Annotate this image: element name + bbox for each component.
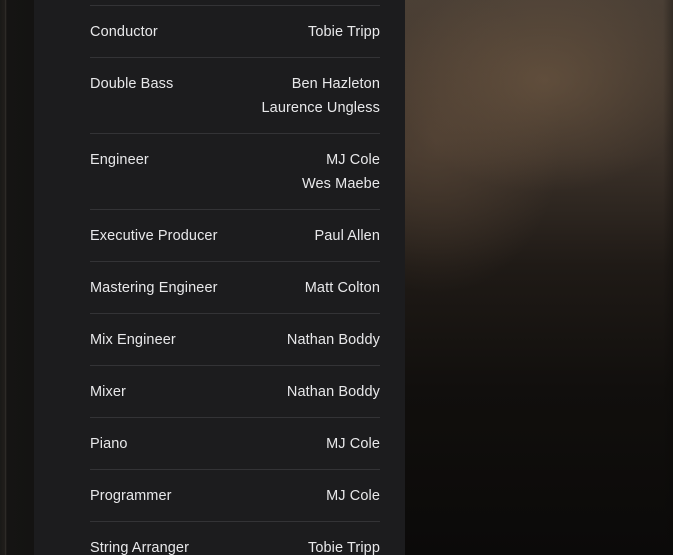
credit-name[interactable]: Wes Maebe — [302, 172, 380, 196]
credit-role: Executive Producer — [90, 228, 218, 244]
blurred-artwork-backdrop — [405, 0, 673, 555]
credit-name[interactable]: Tobie Tripp — [308, 20, 380, 44]
left-sidebar-edge — [0, 0, 34, 555]
credit-row-string-arranger: String Arranger Tobie Tripp — [90, 522, 380, 555]
credit-role: Engineer — [90, 152, 149, 168]
credit-names: MJ Cole — [326, 484, 380, 508]
credit-row-engineer: Engineer MJ Cole Wes Maebe — [90, 134, 380, 210]
credit-name[interactable]: Ben Hazleton — [262, 72, 380, 96]
credit-name[interactable]: MJ Cole — [326, 432, 380, 456]
credit-name[interactable]: MJ Cole — [326, 484, 380, 508]
credit-names: MJ Cole Wes Maebe — [302, 148, 380, 196]
credit-row-mastering-engineer: Mastering Engineer Matt Colton — [90, 262, 380, 314]
credit-names: Nathan Boddy — [287, 380, 380, 404]
credit-name[interactable]: MJ Cole — [302, 148, 380, 172]
credit-name[interactable]: Paul Allen — [315, 224, 381, 248]
credit-names: Paul Allen — [315, 224, 381, 248]
credit-names: Nathan Boddy — [287, 328, 380, 352]
credit-name[interactable]: Nathan Boddy — [287, 328, 380, 352]
credit-row-conductor: Conductor Tobie Tripp — [90, 6, 380, 58]
credits-screen: Conductor Tobie Tripp Double Bass Ben Ha… — [0, 0, 673, 555]
credit-names: Ben Hazleton Laurence Ungless — [262, 72, 380, 120]
credit-names: Tobie Tripp — [308, 536, 380, 555]
credit-role: Double Bass — [90, 76, 174, 92]
credit-row-mixer: Mixer Nathan Boddy — [90, 366, 380, 418]
credit-role: Conductor — [90, 24, 158, 40]
credit-role: Mixer — [90, 384, 126, 400]
credit-role: Piano — [90, 436, 128, 452]
credit-names: Matt Colton — [305, 276, 380, 300]
credit-name[interactable]: Laurence Ungless — [262, 96, 380, 120]
credit-row-double-bass: Double Bass Ben Hazleton Laurence Ungles… — [90, 58, 380, 134]
credits-panel[interactable]: Conductor Tobie Tripp Double Bass Ben Ha… — [34, 0, 405, 555]
credit-role: Programmer — [90, 488, 172, 504]
credit-name[interactable]: Nathan Boddy — [287, 380, 380, 404]
credit-role: Mastering Engineer — [90, 280, 218, 296]
credit-name[interactable]: Matt Colton — [305, 276, 380, 300]
credit-names: MJ Cole — [326, 432, 380, 456]
credit-row-executive-producer: Executive Producer Paul Allen — [90, 210, 380, 262]
credit-role: Mix Engineer — [90, 332, 176, 348]
credit-row-piano: Piano MJ Cole — [90, 418, 380, 470]
credits-list: Conductor Tobie Tripp Double Bass Ben Ha… — [90, 0, 380, 555]
credit-row-mix-engineer: Mix Engineer Nathan Boddy — [90, 314, 380, 366]
credit-name[interactable]: Tobie Tripp — [308, 536, 380, 555]
credit-row-programmer: Programmer MJ Cole — [90, 470, 380, 522]
credit-role: String Arranger — [90, 540, 190, 555]
credit-names: Tobie Tripp — [308, 20, 380, 44]
